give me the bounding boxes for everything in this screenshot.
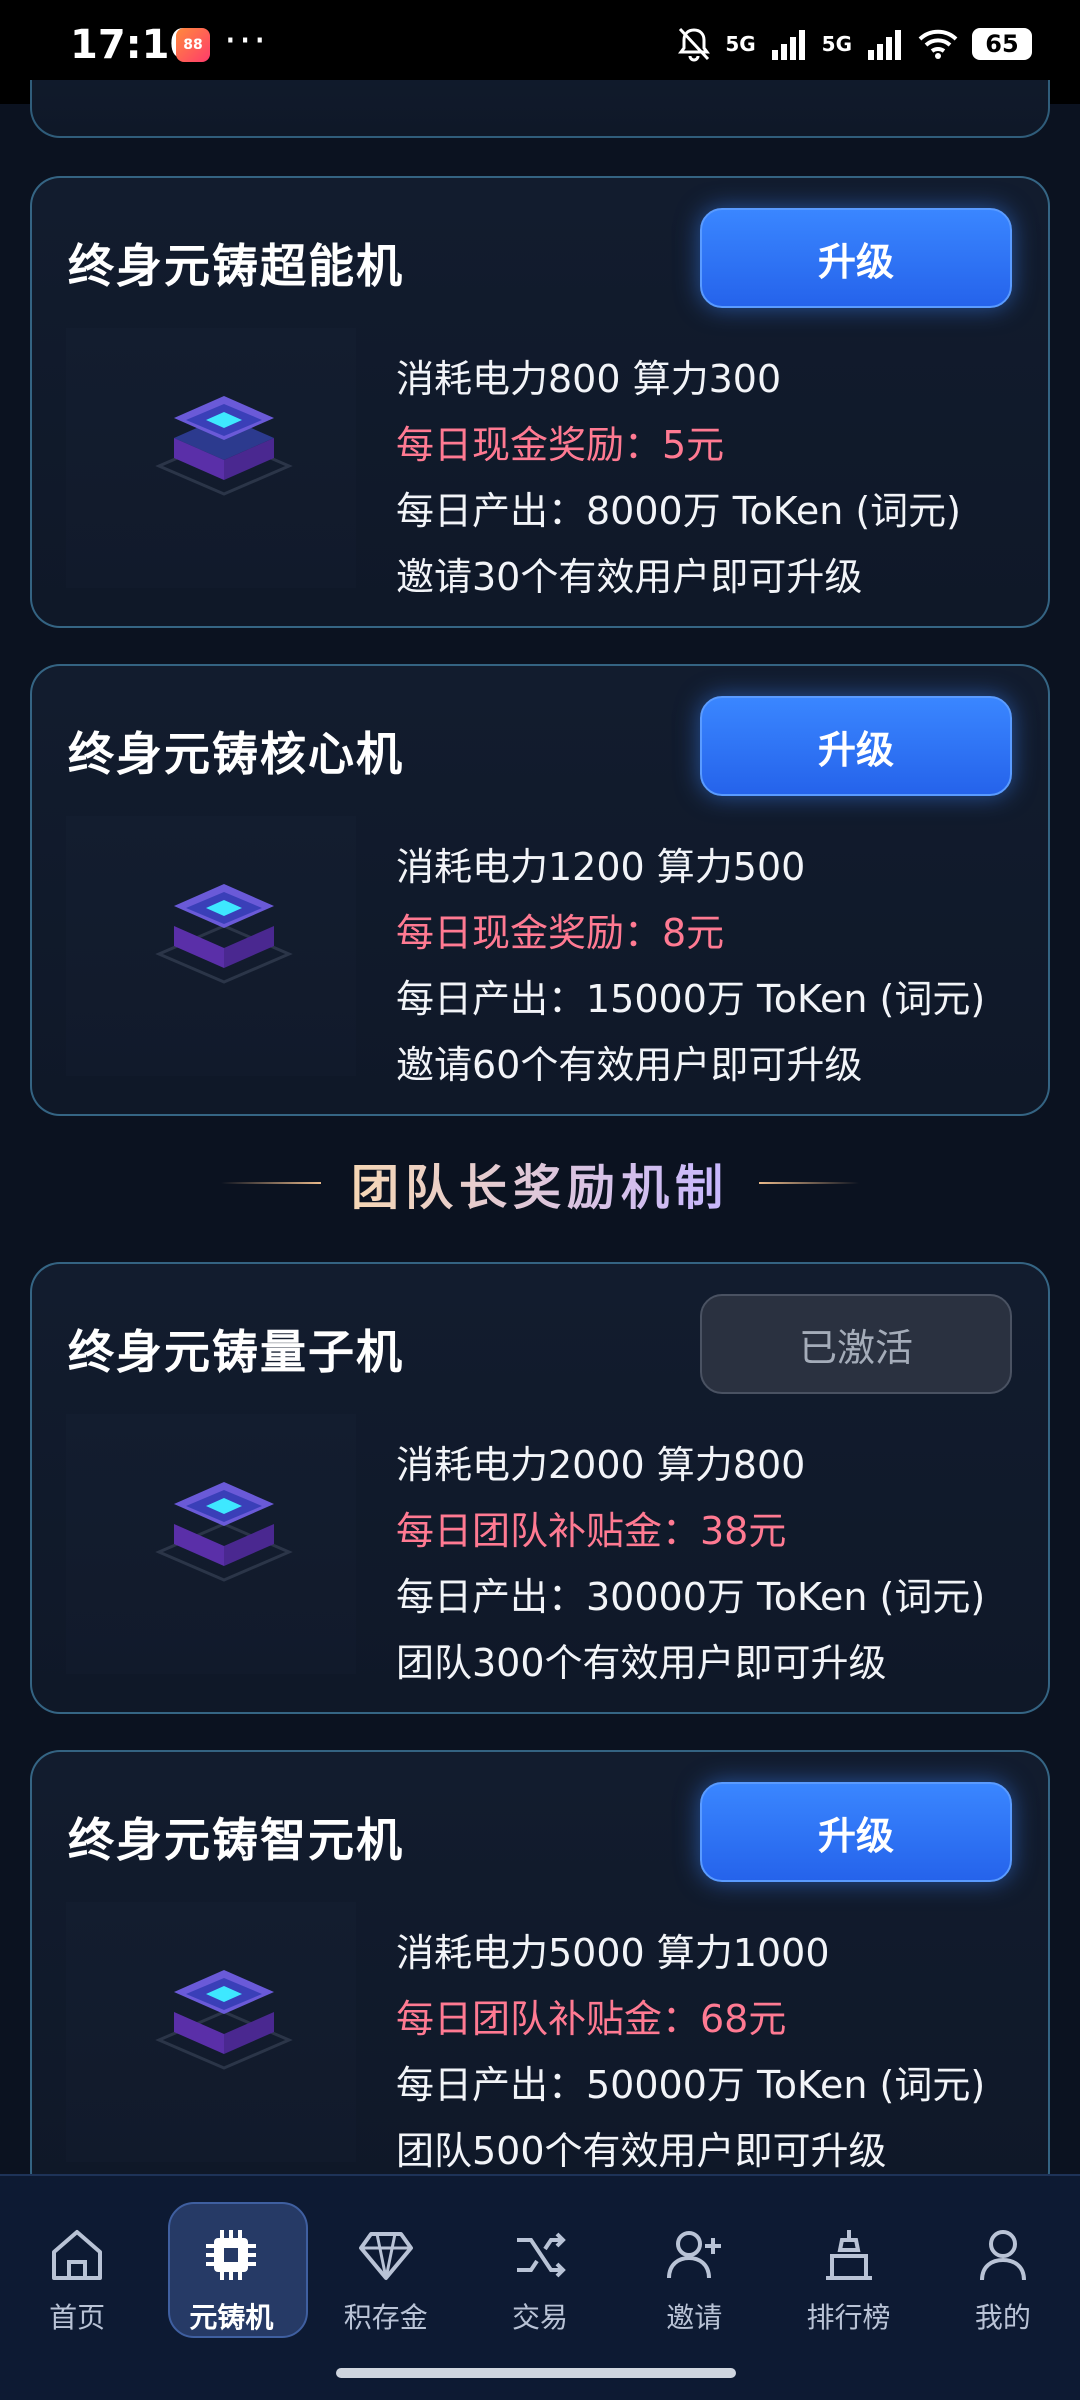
reward-text: 每日现金奖励：5元 [396,423,725,467]
requirement-text: 邀请30个有效用户即可升级 [396,555,863,599]
nav-machine[interactable]: 元铸机 [154,2196,308,2346]
output-text: 每日产出：8000万 ToKen (词元) [396,489,962,533]
chip-icon [206,2230,257,2280]
section-title: 团队长奖励机制 [351,1148,729,1218]
activated-button[interactable]: 已激活 [700,1294,1012,1394]
machine-title: 终身元铸超能机 [68,239,404,293]
machine-title: 终身元铸量子机 [68,1325,404,1379]
previous-card-edge [30,80,1050,138]
machine-details: 消耗电力2000 算力800 每日团队补贴金：38元 每日产出：30000万 T… [396,1432,985,1696]
home-indicator[interactable] [336,2368,736,2378]
nav-trade[interactable]: 交易 [463,2196,617,2346]
power-compute-text: 消耗电力5000 算力1000 [396,1931,830,1975]
diamond-icon [358,2232,413,2280]
machine-card-core: 终身元铸核心机 升级 消耗电力1200 算力500 每日现金奖励：8元 每日产出… [30,664,1050,1116]
nav-profile[interactable]: 我的 [926,2196,1080,2346]
machine-details: 消耗电力1200 算力500 每日现金奖励：8元 每日产出：15000万 ToK… [396,834,985,1098]
mute-bell-icon [678,27,711,62]
machine-title: 终身元铸核心机 [68,727,404,781]
chip-icon [155,884,293,984]
requirement-text: 团队300个有效用户即可升级 [396,1641,887,1685]
app-notification-icon: 88 [176,28,210,62]
nav-label: 排行榜 [806,2301,891,2334]
home-icon [52,2230,103,2280]
upgrade-button[interactable]: 升级 [700,1782,1012,1882]
shuffle-icon [516,2232,566,2278]
signal-icon [771,30,805,60]
upgrade-button[interactable]: 升级 [700,208,1012,308]
nav-home[interactable]: 首页 [0,2196,154,2346]
signal-icon-2 [868,30,901,60]
nav-label: 元铸机 [189,2301,274,2334]
divider-right [759,1182,859,1184]
machine-image [66,328,356,588]
divider-left [220,1182,321,1184]
bottom-nav: 首页 元铸机 积存金 交易 邀请 排行榜 我的 [0,2174,1080,2400]
chip-icon [155,1482,293,1582]
requirement-text: 邀请60个有效用户即可升级 [396,1043,863,1087]
power-compute-text: 消耗电力1200 算力500 [396,845,806,889]
machine-card-smart: 终身元铸智元机 升级 消耗电力5000 算力1000 每日团队补贴金：68元 每… [30,1750,1050,2202]
machine-title: 终身元铸智元机 [68,1813,404,1867]
machine-card-quantum: 终身元铸量子机 已激活 消耗电力2000 算力800 每日团队补贴金：38元 每… [30,1262,1050,1714]
output-text: 每日产出：15000万 ToKen (词元) [396,977,986,1021]
section-heading: 团队长奖励机制 [0,1150,1080,1216]
wifi-icon [918,29,958,59]
machine-details: 消耗电力800 算力300 每日现金奖励：5元 每日产出：8000万 ToKen… [396,346,961,610]
nav-label: 交易 [511,2301,568,2334]
reward-text: 每日团队补贴金：68元 [396,1997,787,2041]
profile-icon [979,2230,1026,2281]
nav-label: 积存金 [343,2301,428,2334]
power-compute-text: 消耗电力2000 算力800 [396,1443,806,1487]
podium-icon [825,2230,872,2280]
battery-icon: 65 [972,28,1032,60]
machine-image [66,1414,356,1674]
machine-details: 消耗电力5000 算力1000 每日团队补贴金：68元 每日产出：50000万 … [396,1920,985,2184]
output-text: 每日产出：50000万 ToKen (词元) [396,2063,986,2107]
nav-ranking[interactable]: 排行榜 [771,2196,925,2346]
chip-icon [155,1970,293,2070]
status-icons: 5G 5G 65 [677,26,1032,62]
signal-5g-label-2: 5G [821,32,852,56]
upgrade-button[interactable]: 升级 [700,696,1012,796]
signal-5g-label: 5G [725,32,756,56]
more-notifications-icon: ··· [224,18,269,64]
machine-image [66,1902,356,2162]
reward-text: 每日现金奖励：8元 [396,911,725,955]
nav-gold[interactable]: 积存金 [309,2196,463,2346]
add-user-icon [667,2231,722,2279]
nav-label: 首页 [49,2301,106,2334]
nav-invite[interactable]: 邀请 [617,2196,771,2346]
chip-icon [155,396,293,496]
output-text: 每日产出：30000万 ToKen (词元) [396,1575,986,1619]
nav-label: 邀请 [666,2301,723,2334]
machine-image [66,816,356,1076]
reward-text: 每日团队补贴金：38元 [396,1509,787,1553]
power-compute-text: 消耗电力800 算力300 [396,357,782,401]
nav-label: 我的 [974,2301,1031,2334]
machine-card-super: 终身元铸超能机 升级 消耗电力800 算力300 每日现金奖励：5元 每日产出：… [30,176,1050,628]
